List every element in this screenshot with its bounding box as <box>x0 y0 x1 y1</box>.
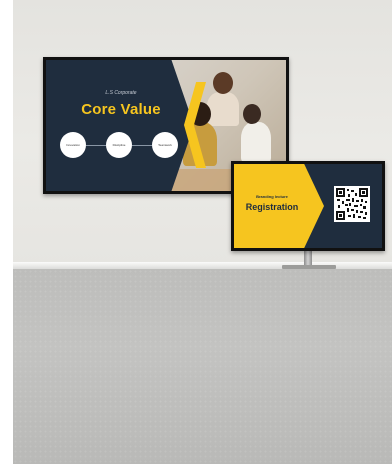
registration-display: Branding lecture Registration <box>231 161 385 251</box>
registration-slide: Branding lecture Registration <box>234 164 382 248</box>
value-circle-teamwork: Teamwork <box>152 132 178 158</box>
person-figure <box>243 104 261 124</box>
registration-subtitle: Branding lecture <box>256 194 288 199</box>
connector-line <box>132 145 152 146</box>
value-circle-innovation: Innovation <box>60 132 86 158</box>
slide-title: Core Value <box>81 101 161 118</box>
slide-subtitle: L.S Corporate <box>105 90 137 96</box>
person-figure <box>241 122 271 162</box>
display-stand-base <box>282 265 336 269</box>
reception-counter <box>13 269 392 464</box>
value-circle-discipline: Discipline <box>106 132 132 158</box>
core-values-row: Innovation Discipline Teamwork <box>60 132 180 160</box>
registration-title: Registration <box>245 202 299 212</box>
connector-line <box>86 145 106 146</box>
person-figure <box>213 72 233 94</box>
person-figure <box>207 92 239 126</box>
qr-code-icon <box>334 186 370 222</box>
